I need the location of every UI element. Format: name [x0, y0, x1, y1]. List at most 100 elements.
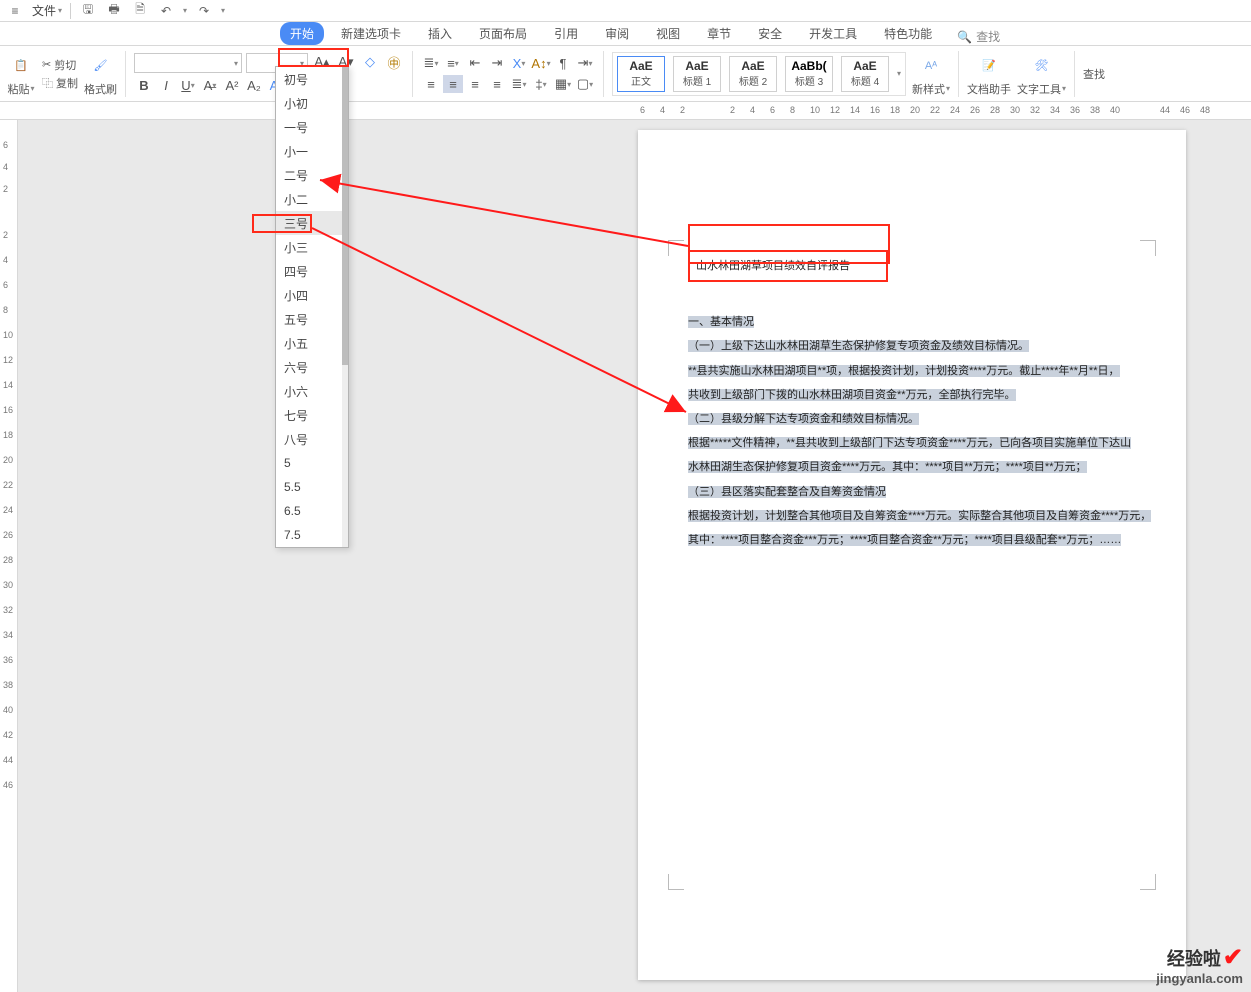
styles-more-button[interactable]: ▾	[897, 69, 901, 78]
doc-line[interactable]: 共收到上级部门下拨的山水林田湖项目资金**万元，全部执行完毕。	[688, 389, 1016, 401]
doc-line[interactable]: （一）上级下达山水林田湖草生态保护修复专项资金及绩效目标情况。	[688, 340, 1029, 352]
doc-line[interactable]: （二）县级分解下达专项资金和绩效目标情况。	[688, 413, 919, 425]
style-h2[interactable]: AaE标题 2	[729, 56, 777, 92]
style-h1[interactable]: AaE标题 1	[673, 56, 721, 92]
sub-button[interactable]: A₂	[244, 76, 264, 94]
doc-title[interactable]: 山水林田湖草项目绩效自评报告	[688, 250, 888, 282]
size-option[interactable]: 5	[276, 451, 348, 475]
tab-insert[interactable]: 插入	[418, 22, 462, 45]
size-option[interactable]: 二号	[276, 163, 348, 187]
size-option[interactable]: 小二	[276, 187, 348, 211]
shading-button[interactable]: ▦▾	[553, 75, 573, 93]
format-painter-button[interactable]: 🖌 格式刷	[84, 51, 117, 97]
print-icon[interactable]: 🖶	[105, 2, 123, 20]
size-option[interactable]: 5.5	[276, 475, 348, 499]
tab-new[interactable]: 新建选项卡	[331, 22, 411, 45]
redo-caret[interactable]: ▾	[221, 6, 225, 15]
line-spacing-button[interactable]: ‡▾	[531, 75, 551, 93]
size-option[interactable]: 六号	[276, 355, 348, 379]
style-h3[interactable]: AaBb(标题 3	[785, 56, 833, 92]
doc-line[interactable]: 水林田湖生态保护修复项目资金****万元。其中：****项目**万元；****项…	[688, 461, 1087, 473]
tab-button[interactable]: ⇥▾	[575, 54, 595, 72]
underline-button[interactable]: U▾	[178, 76, 198, 94]
menu-icon[interactable]: ≡	[6, 2, 24, 20]
show-marks-button[interactable]: ¶	[553, 54, 573, 72]
size-option[interactable]: 四号	[276, 259, 348, 283]
indent-inc-button[interactable]: ⇥	[487, 54, 507, 72]
size-option[interactable]: 7.5	[276, 523, 348, 547]
align-right-button[interactable]: ≡	[465, 75, 485, 93]
distribute-button[interactable]: ≣▾	[509, 75, 529, 93]
find-replace-button[interactable]: 查找	[1083, 66, 1105, 82]
justify-button[interactable]: ≡	[487, 75, 507, 93]
case-button[interactable]: X▾	[509, 54, 529, 72]
tab-ref[interactable]: 引用	[544, 22, 588, 45]
sort-button[interactable]: A↕▾	[531, 54, 551, 72]
doc-heading[interactable]: 一、基本情况	[688, 316, 754, 328]
bullets-button[interactable]: ≣▾	[421, 54, 441, 72]
tab-view[interactable]: 视图	[646, 22, 690, 45]
doc-line[interactable]: 根据投资计划，计划整合其他项目及自筹资金****万元。实际整合其他项目及自筹资金…	[688, 510, 1151, 522]
new-style-button[interactable]: Aᴬ 新样式▾	[912, 51, 950, 97]
size-option[interactable]: 小初	[276, 91, 348, 115]
size-option[interactable]: 八号	[276, 427, 348, 451]
tab-layout[interactable]: 页面布局	[469, 22, 537, 45]
document-body[interactable]: 山水林田湖草项目绩效自评报告 一、基本情况 （一）上级下达山水林田湖草生态保护修…	[688, 250, 1166, 552]
size-option[interactable]: 五号	[276, 307, 348, 331]
size-option[interactable]: 6.5	[276, 499, 348, 523]
undo-caret[interactable]: ▾	[183, 6, 187, 15]
document-page[interactable]: 山水林田湖草项目绩效自评报告 一、基本情况 （一）上级下达山水林田湖草生态保护修…	[638, 130, 1186, 980]
styles-gallery[interactable]: AaE正文 AaE标题 1 AaE标题 2 AaBb(标题 3 AaE标题 4 …	[612, 52, 906, 96]
scroll-thumb[interactable]	[342, 67, 348, 365]
align-center-button[interactable]: ≡	[443, 75, 463, 93]
size-option[interactable]: 小五	[276, 331, 348, 355]
doc-line[interactable]: （三）县区落实配套整合及自筹资金情况	[688, 486, 886, 498]
align-left-button[interactable]: ≡	[421, 75, 441, 93]
paste-button[interactable]: 📋 粘贴▾	[6, 51, 36, 97]
size-option[interactable]: 七号	[276, 403, 348, 427]
workspace[interactable]: 山水林田湖草项目绩效自评报告 一、基本情况 （一）上级下达山水林田湖草生态保护修…	[18, 120, 1251, 992]
tab-feature[interactable]: 特色功能	[874, 22, 942, 45]
save-icon[interactable]: 🖫	[79, 2, 97, 20]
tab-start[interactable]: 开始	[280, 22, 324, 45]
copy-button[interactable]: ⿻复制	[42, 75, 78, 91]
size-option[interactable]: 小四	[276, 283, 348, 307]
doc-line[interactable]: 根据*****文件精神，**县共收到上级部门下达专项资金****万元，已向各项目…	[688, 437, 1131, 449]
clear-format-button[interactable]: ◇	[360, 53, 380, 71]
size-option[interactable]: 小三	[276, 235, 348, 259]
size-option[interactable]: 三号	[276, 211, 348, 235]
size-option[interactable]: 小六	[276, 379, 348, 403]
cut-button[interactable]: ✂剪切	[42, 57, 78, 73]
size-option[interactable]: 一号	[276, 115, 348, 139]
tab-chapter[interactable]: 章节	[697, 22, 741, 45]
super-button[interactable]: A²	[222, 76, 242, 94]
style-h4[interactable]: AaE标题 4	[841, 56, 889, 92]
doc-line[interactable]: **县共实施山水林田湖项目**项，根据投资计划，计划投资****万元。截止***…	[688, 365, 1120, 377]
doc-line[interactable]: 其中：****项目整合资金***万元；****项目整合资金**万元；****项目…	[688, 534, 1121, 546]
font-size-dropdown[interactable]: 初号小初一号小一二号小二三号小三四号小四五号小五六号小六七号八号55.56.57…	[275, 66, 349, 548]
preview-icon[interactable]: 🗎	[131, 2, 149, 20]
tab-review[interactable]: 审阅	[595, 22, 639, 45]
tab-devtools[interactable]: 开发工具	[799, 22, 867, 45]
size-option[interactable]: 初号	[276, 67, 348, 91]
undo-icon[interactable]: ↶	[157, 2, 175, 20]
horizontal-ruler[interactable]: 6422468101214161820222426283032343638404…	[0, 102, 1251, 120]
file-menu[interactable]: 文件▾	[32, 2, 62, 19]
italic-button[interactable]: I	[156, 76, 176, 94]
bold-button[interactable]: B	[134, 76, 154, 94]
border-button[interactable]: ▢▾	[575, 75, 595, 93]
size-option[interactable]: 小一	[276, 139, 348, 163]
doc-helper-button[interactable]: 📝 文档助手	[967, 51, 1011, 97]
phonetic-button[interactable]: ㊥	[384, 53, 404, 71]
vertical-ruler[interactable]: 6422468101214161820222426283032343638404…	[0, 120, 18, 992]
numbering-button[interactable]: ≡▾	[443, 54, 463, 72]
style-normal[interactable]: AaE正文	[617, 56, 665, 92]
redo-icon[interactable]: ↷	[195, 2, 213, 20]
text-tools-button[interactable]: 🛠 文字工具▾	[1017, 51, 1066, 97]
tab-security[interactable]: 安全	[748, 22, 792, 45]
search-button[interactable]: 🔍 查找	[957, 28, 1000, 45]
indent-dec-button[interactable]: ⇤	[465, 54, 485, 72]
scrollbar[interactable]	[342, 67, 348, 547]
strike-button[interactable]: A̶▾	[200, 76, 220, 94]
font-name-input[interactable]: ▾	[134, 53, 242, 73]
